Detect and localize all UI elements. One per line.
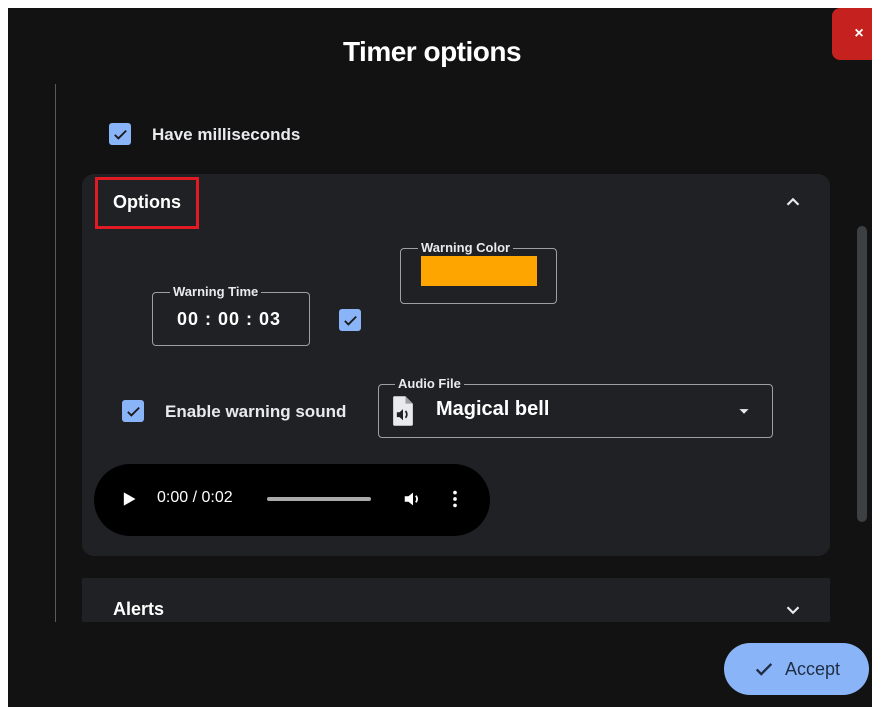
volume-icon[interactable] xyxy=(402,488,424,510)
have-milliseconds-label: Have milliseconds xyxy=(152,125,301,144)
warning-sound-label: Enable warning sound xyxy=(165,402,347,421)
check-icon xyxy=(126,406,140,417)
chevron-down-icon[interactable] xyxy=(782,599,804,621)
alerts-title[interactable]: Alerts xyxy=(113,599,164,620)
dropdown-arrow-icon[interactable] xyxy=(733,400,755,422)
warning-color-swatch[interactable] xyxy=(421,256,537,286)
audio-file-legend: Audio File xyxy=(395,376,464,391)
player-time: 0:00 / 0:02 xyxy=(157,489,233,506)
play-icon[interactable] xyxy=(118,489,138,509)
audio-file-value: Magical bell xyxy=(436,398,550,420)
warning-time-legend: Warning Time xyxy=(170,284,262,299)
divider xyxy=(55,84,56,624)
chevron-up-icon[interactable] xyxy=(782,191,804,213)
more-options-icon[interactable] xyxy=(447,488,463,510)
warning-sound-checkbox[interactable] xyxy=(122,400,144,422)
have-milliseconds-checkbox[interactable] xyxy=(109,123,131,145)
accept-button[interactable]: Accept xyxy=(724,643,869,695)
scrollbar-thumb[interactable] xyxy=(857,226,867,522)
warning-color-legend: Warning Color xyxy=(418,240,514,255)
dialog-title: Timer options xyxy=(342,36,522,67)
check-icon xyxy=(343,315,357,326)
check-icon xyxy=(755,663,773,676)
accept-label: Accept xyxy=(784,658,841,679)
highlight-box xyxy=(95,177,199,229)
player-progress-slider[interactable] xyxy=(267,497,371,501)
warning-time-checkbox[interactable] xyxy=(339,309,361,331)
audio-file-icon xyxy=(393,396,413,426)
check-icon xyxy=(113,129,127,140)
warning-time-value: 00 : 00 : 03 xyxy=(177,309,282,329)
